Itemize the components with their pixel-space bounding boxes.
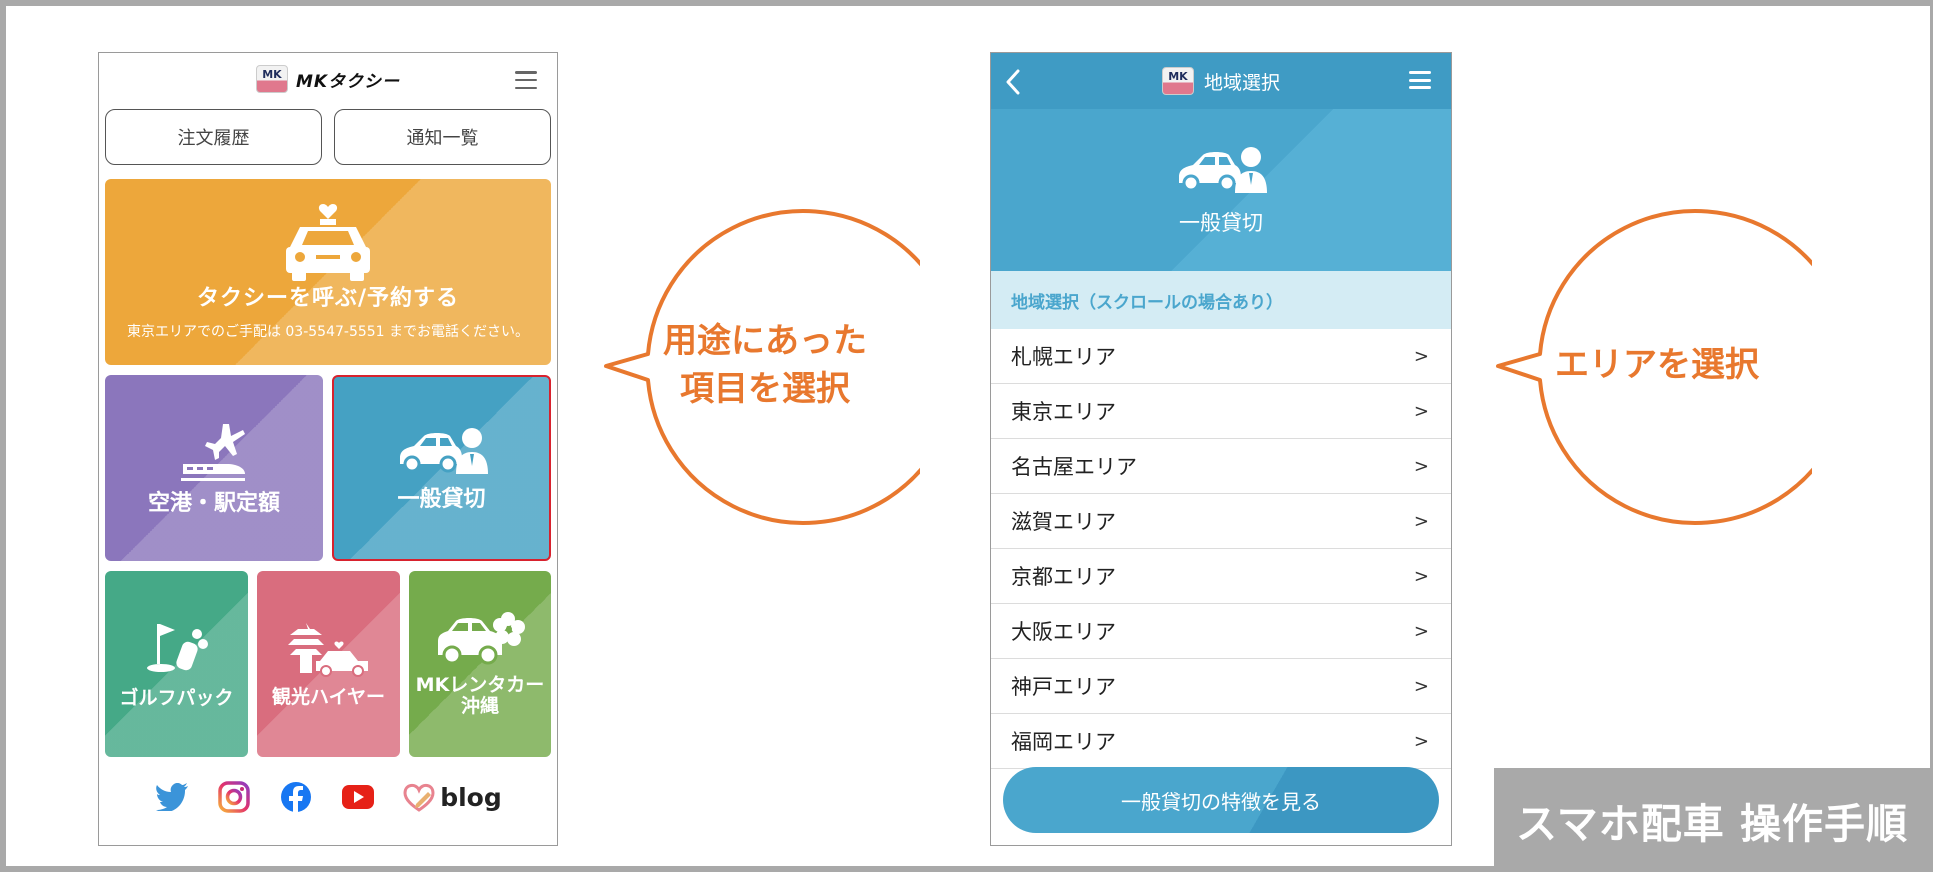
chevron-right-icon: > [1413, 675, 1429, 697]
area-list: 札幌エリア > 東京エリア > 名古屋エリア > 滋賀エリア > 京都エリア > 大阪エリ… [991, 329, 1451, 769]
area-label: 京都エリア [1011, 565, 1116, 589]
app-header-area-select: MK 地域選択 [991, 53, 1451, 109]
general-charter-tile[interactable]: 一般貸切 [332, 375, 551, 561]
bubble-2-text: エリアを選択 [1555, 345, 1759, 386]
category-label: 一般貸切 [1179, 211, 1263, 235]
logo-text: MKタクシー [295, 71, 401, 92]
page-title: 地域選択 [1203, 71, 1280, 94]
sightseeing-hire-label: 観光ハイヤー [271, 685, 386, 708]
area-label: 福岡エリア [1011, 730, 1116, 754]
back-arrow-icon[interactable] [1005, 69, 1021, 95]
area-label: 神戸エリア [1011, 675, 1116, 699]
area-item-kyoto[interactable]: 京都エリア > [991, 549, 1451, 604]
facebook-icon[interactable] [278, 779, 314, 815]
procedure-caption: スマホ配車 操作手順 [1494, 768, 1930, 872]
taxi-icon [286, 203, 370, 281]
chevron-right-icon: > [1413, 400, 1429, 422]
area-item-osaka[interactable]: 大阪エリア > [991, 604, 1451, 659]
instruction-bubble-2: エリアを選択 [1492, 206, 1854, 526]
area-label: 東京エリア [1011, 400, 1116, 424]
social-links: blog [99, 779, 557, 815]
blog-heart-icon[interactable]: blog [402, 779, 502, 815]
youtube-icon[interactable] [340, 779, 376, 815]
rental-car-okinawa-tile[interactable]: MKレンタカー 沖縄 [409, 571, 551, 757]
area-item-sapporo[interactable]: 札幌エリア > [991, 329, 1451, 384]
menu-icon[interactable] [1409, 71, 1431, 89]
menu-icon[interactable] [515, 71, 537, 89]
rental-car-okinawa-label: MKレンタカー 沖縄 [416, 675, 545, 717]
call-taxi-tile[interactable]: タクシーを呼ぶ/予約する 東京エリアでのご手配は 03-5547-5551 まで… [105, 179, 551, 365]
order-history-button[interactable]: 注文履歴 [105, 109, 322, 165]
airport-station-tile[interactable]: 空港・駅定額 [105, 375, 323, 561]
area-item-kobe[interactable]: 神戸エリア > [991, 659, 1451, 714]
chevron-right-icon: > [1413, 565, 1429, 587]
area-item-fukuoka[interactable]: 福岡エリア > [991, 714, 1451, 769]
area-label: 大阪エリア [1011, 620, 1116, 644]
airport-station-label: 空港・駅定額 [147, 490, 280, 516]
car-hibiscus-icon [438, 612, 525, 665]
golf-pack-tile[interactable]: ゴルフパック [105, 571, 248, 757]
chevron-right-icon: > [1413, 345, 1429, 367]
instruction-bubble-1: 用途にあった 項目を選択 [600, 206, 962, 526]
area-item-nagoya[interactable]: 名古屋エリア > [991, 439, 1451, 494]
chevron-right-icon: > [1413, 620, 1429, 642]
area-label: 滋賀エリア [1011, 510, 1116, 534]
chevron-right-icon: > [1413, 455, 1429, 477]
top-tabs: 注文履歴 通知一覧 [105, 109, 551, 165]
mk-logo-icon: MK [255, 65, 288, 93]
category-hero: 一般貸切 [991, 109, 1451, 271]
pagoda-car-icon [287, 622, 368, 677]
phone-screen-home: MK MKタクシー 注文履歴 通知一覧 タクシーを呼ぶ/予約する 東京エリアでの… [98, 52, 558, 846]
area-label: 札幌エリア [1011, 345, 1116, 369]
twitter-icon[interactable] [154, 779, 190, 815]
call-taxi-title: タクシーを呼ぶ/予約する [196, 285, 460, 311]
airplane-train-icon [181, 423, 245, 481]
chevron-right-icon: > [1413, 510, 1429, 532]
rental-car-label-line2: 沖縄 [460, 695, 499, 717]
golf-pack-label: ゴルフパック [119, 686, 234, 709]
blog-label: blog [440, 782, 502, 812]
golf-bag-icon [146, 623, 208, 672]
area-item-shiga[interactable]: 滋賀エリア > [991, 494, 1451, 549]
view-features-button[interactable]: 一般貸切の特徴を見る [1003, 767, 1439, 833]
notification-list-button[interactable]: 通知一覧 [334, 109, 551, 165]
general-charter-label: 一般貸切 [397, 486, 486, 512]
mk-logo-icon: MK [1161, 67, 1194, 95]
car-driver-icon [399, 427, 488, 474]
sightseeing-hire-tile[interactable]: 観光ハイヤー [257, 571, 400, 757]
phone-screen-area-select: MK 地域選択 一般貸切 地域選択（スクロールの場合あり） 札幌エリア > 東京エ… [990, 52, 1452, 846]
area-label: 名古屋エリア [1011, 455, 1137, 479]
instagram-icon[interactable] [216, 779, 252, 815]
chevron-right-icon: > [1413, 730, 1429, 752]
app-header: MK MKタクシー [99, 53, 557, 105]
bubble-1-line2: 項目を選択 [680, 369, 850, 409]
car-driver-icon [1179, 147, 1267, 193]
section-header: 地域選択（スクロールの場合あり） [991, 271, 1451, 329]
call-taxi-subtitle: 東京エリアでのご手配は 03-5547-5551 までお電話ください。 [126, 324, 530, 341]
bubble-1-line1: 用途にあった [663, 321, 867, 362]
area-item-tokyo[interactable]: 東京エリア > [991, 384, 1451, 439]
bubble-1-text: 用途にあった 項目を選択 [640, 206, 890, 526]
rental-car-label-line1: MKレンタカー [415, 674, 545, 697]
